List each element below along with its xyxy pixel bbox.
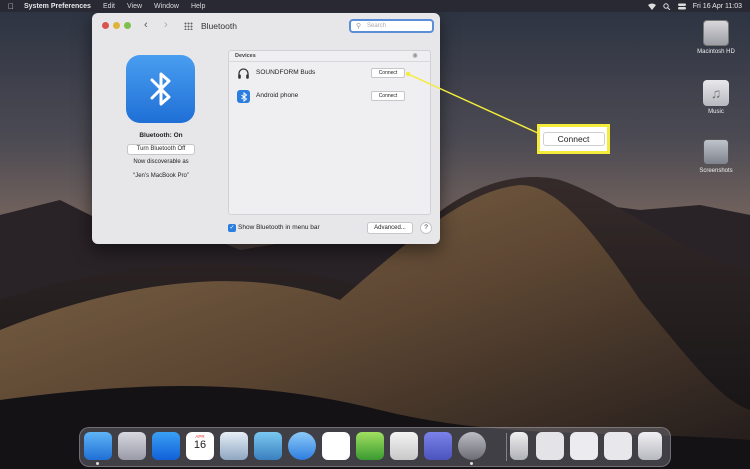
ia-writer-icon[interactable] — [322, 432, 350, 460]
menu-bar:  System Preferences Edit View Window He… — [0, 0, 750, 12]
search-icon: ⚲ — [356, 23, 362, 30]
app-store-icon[interactable] — [152, 432, 180, 460]
devices-list: Devices ✺ SOUNDFORM Buds Connect Android… — [228, 50, 431, 215]
devices-header: Devices — [235, 53, 256, 59]
document-thumbnail-icon[interactable] — [604, 432, 632, 460]
hard-drive-icon — [703, 20, 729, 46]
desktop-icon-label: Music — [708, 109, 724, 115]
music-folder-icon: ♫ — [703, 80, 729, 106]
keka-icon[interactable] — [356, 432, 384, 460]
device-name: SOUNDFORM Buds — [256, 69, 316, 76]
wifi-icon[interactable] — [647, 3, 656, 10]
running-indicator — [470, 462, 473, 465]
teams-icon[interactable] — [424, 432, 452, 460]
dock-separator — [506, 433, 507, 461]
help-button[interactable]: ? — [420, 222, 432, 234]
device-name: Android phone — [256, 92, 299, 99]
menubar-clock[interactable]: Fri 16 Apr 11:03 — [693, 3, 742, 10]
bluetooth-icon — [150, 72, 170, 106]
connect-callout: Connect — [537, 124, 610, 154]
desktop-icon-label: Macintosh HD — [697, 49, 735, 55]
close-window-button[interactable] — [102, 22, 109, 29]
device-row-soundform[interactable]: SOUNDFORM Buds Connect — [229, 65, 430, 83]
turn-bluetooth-off-button[interactable]: Turn Bluetooth Off — [127, 144, 195, 155]
calendar-icon[interactable]: APR 16 — [186, 432, 214, 460]
menu-app-name[interactable]: System Preferences — [24, 3, 91, 10]
menu-window[interactable]: Window — [154, 3, 179, 10]
forward-chevron-icon[interactable]: › — [164, 19, 168, 31]
bluetooth-status: Bluetooth: On — [139, 132, 183, 139]
headphones-icon — [238, 68, 249, 79]
phone-screenshot-icon[interactable] — [510, 432, 528, 460]
callout-connect-label: Connect — [542, 132, 605, 146]
window-title: Bluetooth — [201, 21, 237, 31]
trash-icon[interactable] — [638, 432, 662, 460]
menu-help[interactable]: Help — [191, 3, 205, 10]
discoverable-text: Now discoverable as — [133, 159, 189, 165]
desktop-icon-macintosh-hd[interactable]: Macintosh HD — [686, 20, 746, 55]
dock: APR 16 — [79, 427, 671, 467]
running-indicator — [96, 462, 99, 465]
textedit-icon[interactable] — [390, 432, 418, 460]
finder-icon[interactable] — [84, 432, 112, 460]
minimize-window-button[interactable] — [113, 22, 120, 29]
search-placeholder: Search — [367, 23, 387, 29]
connect-button-soundform[interactable]: Connect — [371, 68, 405, 78]
tweetbot-icon[interactable] — [254, 432, 282, 460]
connect-button-android[interactable]: Connect — [371, 91, 405, 101]
bluetooth-preferences-window: ‹ › Bluetooth ⚲ Search Bluetooth: On Tur… — [92, 13, 440, 244]
desktop-icon-label: Screenshots — [699, 168, 733, 174]
screenshots-folder-icon — [703, 139, 729, 165]
bluetooth-icon — [237, 90, 250, 103]
control-center-icon[interactable] — [677, 3, 686, 10]
menu-edit[interactable]: Edit — [103, 3, 115, 10]
show-in-menu-bar-checkbox[interactable]: ✓ — [228, 224, 236, 232]
mail-icon[interactable] — [220, 432, 248, 460]
desktop-icon-music[interactable]: ♫ Music — [686, 80, 746, 115]
bluetooth-large-icon — [126, 55, 195, 123]
system-preferences-icon[interactable] — [458, 432, 486, 460]
document-thumbnail-icon[interactable] — [570, 432, 598, 460]
show-all-grid-icon[interactable] — [184, 22, 193, 30]
back-chevron-icon[interactable]: ‹ — [144, 19, 148, 31]
document-thumbnail-icon[interactable] — [536, 432, 564, 460]
search-menubar-icon[interactable] — [663, 2, 671, 10]
loading-spinner-icon: ✺ — [412, 53, 418, 60]
advanced-button[interactable]: Advanced... — [367, 222, 413, 234]
zoom-window-button[interactable] — [124, 22, 131, 29]
launchpad-icon[interactable] — [118, 432, 146, 460]
safari-icon[interactable] — [288, 432, 316, 460]
divider — [229, 61, 430, 62]
apple-menu-icon[interactable]:  — [8, 2, 14, 11]
device-row-android[interactable]: Android phone Connect — [229, 88, 430, 106]
search-field[interactable]: ⚲ Search — [349, 19, 434, 33]
computer-name: “Jen’s MacBook Pro” — [133, 173, 189, 179]
menu-view[interactable]: View — [127, 3, 142, 10]
desktop-icon-screenshots[interactable]: Screenshots — [686, 139, 746, 174]
calendar-day: 16 — [193, 439, 207, 451]
window-titlebar[interactable]: ‹ › Bluetooth ⚲ Search — [92, 13, 440, 39]
show-in-menu-bar-label[interactable]: Show Bluetooth in menu bar — [238, 224, 320, 231]
